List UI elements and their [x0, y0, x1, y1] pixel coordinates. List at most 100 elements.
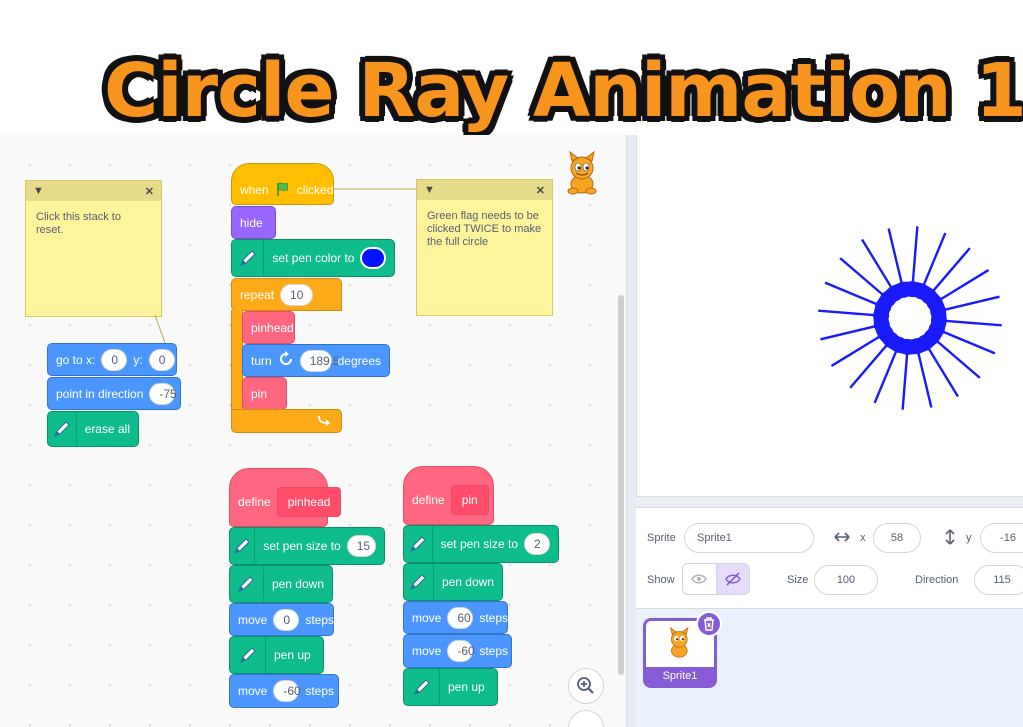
pin-prototype[interactable]: pin [450, 484, 489, 515]
y-label: y [966, 532, 972, 544]
zoom-in-button[interactable] [568, 668, 604, 704]
pen-icon [48, 412, 77, 446]
show-hidden-button[interactable] [716, 564, 749, 594]
pen-ray [924, 342, 959, 398]
move-steps-block[interactable]: move 60 steps [403, 601, 508, 634]
stage-footer [636, 497, 1023, 507]
x-label: x [860, 532, 866, 544]
move-steps-block[interactable]: move -60 steps [229, 674, 339, 708]
pen-icon [230, 637, 266, 673]
sprite-tile-name: Sprite1 [646, 667, 714, 685]
pen-dot [930, 303, 947, 320]
when-flag-clicked-block[interactable]: when clicked [231, 163, 334, 205]
cat-sprite-thumbnail [670, 627, 689, 658]
pen-ray [915, 346, 933, 408]
sprite-list: Sprite1 [636, 609, 1023, 727]
pen-ray [830, 332, 886, 367]
zoom-in-icon [577, 677, 594, 694]
steps-input[interactable]: 0 [273, 608, 300, 631]
pen-ray [938, 295, 1000, 313]
pen-icon [230, 528, 256, 564]
title-banner: Circle Ray Animation 1 [0, 0, 1023, 135]
direction-input[interactable]: -75 [149, 382, 177, 405]
eye-icon [691, 574, 708, 584]
steps-input[interactable]: 60 [447, 606, 474, 629]
pinhead-prototype[interactable]: pinhead [276, 486, 342, 517]
set-pen-size-block[interactable]: set pen size to 15 [229, 527, 385, 565]
pen-size-input[interactable]: 15 [346, 535, 376, 557]
show-toggle [682, 563, 750, 595]
pen-down-block[interactable]: pen down [229, 565, 333, 603]
comment-header: ▼ ✕ [417, 180, 552, 200]
code-area[interactable]: ▼ ✕ Click this stack to reset. go to x: … [0, 135, 626, 727]
turn-block[interactable]: turn 189.5 degrees [242, 344, 390, 377]
pinhead-call-block[interactable]: pinhead [242, 311, 295, 344]
define-pin-block[interactable]: define pin [403, 466, 494, 525]
triangle-down-icon[interactable]: ▼ [424, 184, 435, 196]
stage[interactable] [636, 135, 1023, 497]
pen-color-swatch[interactable] [360, 247, 386, 269]
sprite-label: Sprite [647, 532, 676, 544]
erase-all-block[interactable]: erase all [47, 411, 139, 447]
repeat-count-input[interactable]: 10 [280, 283, 314, 306]
arrows-horizontal-icon [833, 528, 851, 551]
pane-divider [626, 135, 636, 727]
goto-xy-block[interactable]: go to x: 0 y: 0 [47, 343, 177, 376]
hide-block[interactable]: hide [231, 206, 276, 239]
stage-canvas [818, 226, 1002, 410]
sprite-cat-icon [558, 150, 608, 206]
pen-icon [404, 564, 434, 600]
eye-slash-icon [724, 572, 741, 586]
pen-size-input[interactable]: 2 [524, 533, 550, 555]
pen-ray [861, 238, 896, 294]
direction-label: Direction [915, 574, 959, 586]
pen-ray [820, 323, 882, 341]
pen-ray [901, 347, 909, 410]
pen-ray [939, 319, 1002, 327]
delete-sprite-button[interactable] [696, 611, 722, 637]
show-visible-button[interactable] [683, 564, 717, 594]
sprite-info-panel: Sprite Sprite1 x 58 y -16 Show Size 100 … [636, 507, 1023, 609]
y-input[interactable]: 0 [148, 348, 175, 371]
pen-icon [404, 669, 440, 705]
close-icon[interactable]: ✕ [536, 184, 545, 197]
repeat-end [231, 409, 342, 433]
pen-down-block[interactable]: pen down [403, 563, 503, 601]
move-steps-block[interactable]: move 0 steps [229, 603, 334, 636]
pen-icon [230, 566, 264, 602]
rotate-right-icon [278, 351, 294, 370]
direction-input[interactable]: 115 [974, 565, 1023, 595]
size-input[interactable]: 100 [814, 565, 878, 595]
x-position-input[interactable]: 58 [873, 523, 921, 553]
size-label: Size [787, 574, 809, 586]
page-title: Circle Ray Animation 1 [104, 48, 1023, 134]
green-flag-icon [275, 181, 291, 200]
y-position-input[interactable]: -16 [980, 523, 1023, 553]
pen-up-block[interactable]: pen up [229, 636, 324, 674]
sprite-name-input[interactable]: Sprite1 [684, 523, 814, 553]
pen-ray [887, 228, 905, 290]
pen-ray [911, 226, 919, 289]
set-pen-size-block[interactable]: set pen size to 2 [403, 525, 559, 563]
show-label: Show [647, 574, 675, 586]
define-pinhead-block[interactable]: define pinhead [229, 468, 342, 527]
trash-icon [704, 617, 714, 631]
x-input[interactable]: 0 [101, 348, 128, 371]
turn-degrees-input[interactable]: 189.5 [299, 349, 340, 372]
move-steps-block[interactable]: move -60 steps [403, 634, 512, 668]
point-in-direction-block[interactable]: point in direction -75 [47, 377, 181, 410]
pen-icon [404, 526, 433, 562]
comment-flag[interactable]: ▼ ✕ Green flag needs to be clicked TWICE… [416, 179, 553, 316]
code-scrollbar[interactable] [618, 295, 624, 675]
pin-call-block[interactable]: pin [242, 377, 287, 410]
pen-ray [818, 309, 881, 317]
pen-up-block[interactable]: pen up [403, 668, 498, 706]
scratch-editor: Circle Ray Animation 1 ▼ ✕ Click this st… [0, 0, 1023, 727]
steps-input[interactable]: -60 [447, 640, 475, 662]
comment-text[interactable]: Green flag needs to be clicked TWICE to … [417, 200, 552, 259]
steps-input[interactable]: -60 [273, 680, 301, 702]
arrows-vertical-icon [941, 528, 959, 551]
loop-arrow-icon [317, 414, 331, 429]
repeat-block[interactable]: repeat 10 [231, 278, 342, 311]
set-pen-color-block[interactable]: set pen color to [231, 239, 395, 277]
